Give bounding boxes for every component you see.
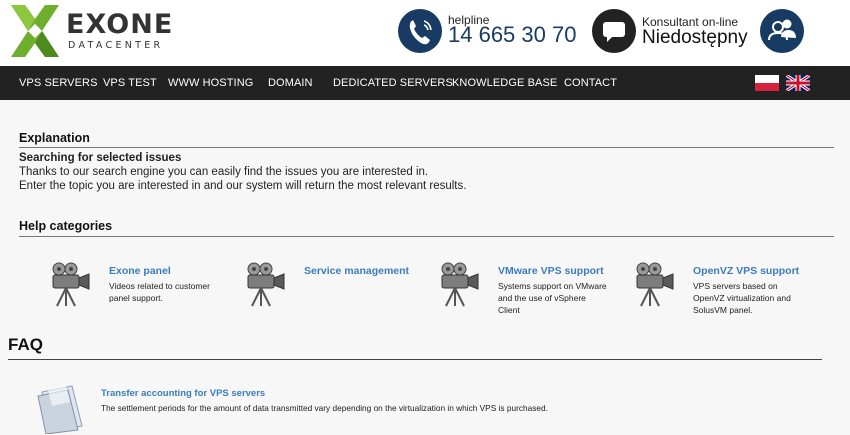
site-header: EXONE DATACENTER helpline 14 665 30 70 K… bbox=[0, 0, 850, 66]
category-title[interactable]: Exone panel bbox=[109, 265, 171, 277]
category-title[interactable]: VMware VPS support bbox=[498, 265, 604, 277]
video-camera-icon bbox=[247, 262, 285, 307]
main-nav: VPS SERVERS VPS TEST WWW HOSTING DOMAIN … bbox=[0, 66, 850, 100]
video-camera-icon bbox=[636, 262, 674, 307]
divider bbox=[19, 147, 834, 148]
category-exone-panel[interactable]: Exone panel Videos related to customer p… bbox=[49, 262, 229, 322]
polish-flag-icon[interactable] bbox=[755, 75, 779, 91]
category-description: Videos related to customer panel support… bbox=[109, 281, 210, 303]
nav-item-contact[interactable]: CONTACT bbox=[564, 77, 617, 89]
faq-item-title[interactable]: Transfer accounting for VPS servers bbox=[101, 388, 265, 399]
category-title[interactable]: Service management bbox=[304, 265, 409, 277]
explanation-text-2: Enter the topic you are interested in an… bbox=[19, 180, 467, 192]
nav-item-www-hosting[interactable]: WWW HOSTING bbox=[168, 77, 253, 89]
phone-icon[interactable] bbox=[398, 9, 442, 53]
category-vmware-vps-support[interactable]: VMware VPS support Systems support on VM… bbox=[438, 262, 618, 322]
helpline-number[interactable]: 14 665 30 70 bbox=[448, 22, 576, 48]
category-description: Systems support on VMware and the use of… bbox=[498, 281, 607, 315]
explanation-subtitle: Searching for selected issues bbox=[19, 152, 182, 164]
uk-flag-icon[interactable] bbox=[786, 75, 810, 91]
nav-item-dedicated-servers[interactable]: DEDICATED SERVERS bbox=[333, 77, 453, 89]
faq-item-description: The settlement periods for the amount of… bbox=[101, 403, 548, 413]
explanation-text-1: Thanks to our search engine you can easi… bbox=[19, 166, 429, 178]
nav-item-vps-servers[interactable]: VPS SERVERS bbox=[19, 77, 98, 89]
help-categories-title: Help categories bbox=[19, 219, 113, 233]
category-title[interactable]: OpenVZ VPS support bbox=[693, 265, 799, 277]
divider bbox=[8, 359, 822, 360]
logo-x-icon bbox=[11, 5, 59, 57]
faq-title: FAQ bbox=[8, 335, 43, 354]
document-icon bbox=[37, 385, 83, 434]
users-icon[interactable] bbox=[760, 9, 804, 53]
divider bbox=[19, 236, 834, 237]
logo-subtext: DATACENTER bbox=[68, 40, 164, 51]
video-camera-icon bbox=[52, 262, 90, 307]
nav-item-knowledge-base[interactable]: KNOWLEDGE BASE bbox=[452, 77, 557, 89]
chat-status[interactable]: Niedostępny bbox=[642, 27, 748, 49]
video-camera-icon bbox=[441, 262, 479, 307]
nav-item-vps-test[interactable]: VPS TEST bbox=[103, 77, 157, 89]
nav-item-domain[interactable]: DOMAIN bbox=[268, 77, 313, 89]
category-description: VPS servers based on OpenVZ virtualizati… bbox=[693, 281, 791, 315]
logo-text: EXONE bbox=[66, 9, 174, 40]
chat-icon[interactable] bbox=[592, 9, 636, 53]
exone-logo[interactable]: EXONE DATACENTER bbox=[8, 5, 188, 57]
category-service-management[interactable]: Service management bbox=[244, 262, 424, 322]
category-openvz-vps-support[interactable]: OpenVZ VPS support VPS servers based on … bbox=[633, 262, 813, 322]
explanation-title: Explanation bbox=[19, 131, 90, 145]
